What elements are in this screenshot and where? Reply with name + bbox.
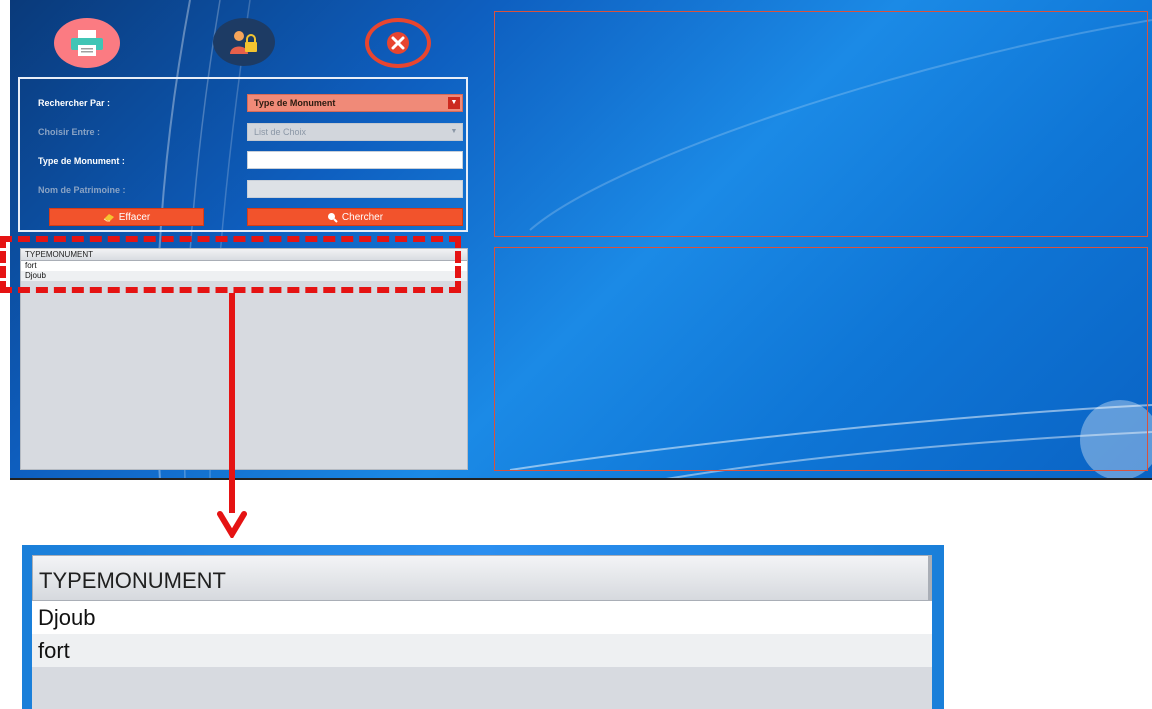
chevron-down-icon: ▼ bbox=[450, 128, 458, 135]
arrow-connector bbox=[229, 293, 235, 513]
monument-type-label: Type de Monument : bbox=[38, 156, 125, 166]
zoomed-table-row[interactable]: fort bbox=[32, 634, 932, 667]
clear-button[interactable]: Effacer bbox=[49, 208, 204, 226]
search-button[interactable]: Chercher bbox=[247, 208, 463, 226]
zoomed-column-header[interactable]: TYPEMONUMENT bbox=[32, 555, 932, 601]
zoomed-table-panel: TYPEMONUMENT Djoub fort bbox=[22, 545, 944, 709]
search-icon bbox=[327, 212, 338, 223]
search-button-label: Chercher bbox=[341, 211, 384, 223]
chevron-down-icon: ▼ bbox=[448, 97, 460, 109]
close-icon bbox=[387, 32, 409, 54]
close-button[interactable] bbox=[365, 18, 431, 68]
highlight-box bbox=[0, 236, 461, 293]
clear-button-label: Effacer bbox=[118, 211, 151, 223]
user-lock-icon bbox=[230, 31, 257, 54]
eraser-icon bbox=[103, 214, 114, 222]
heritage-name-input[interactable] bbox=[247, 180, 463, 198]
detail-frame-top bbox=[494, 11, 1148, 237]
zoomed-results-table: TYPEMONUMENT Djoub fort bbox=[32, 555, 932, 709]
search-by-value: Type de Monument bbox=[254, 98, 336, 108]
screenshot-stage: Rechercher Par : Type de Monument ▼ Choi… bbox=[0, 0, 1152, 709]
search-by-label: Rechercher Par : bbox=[38, 98, 111, 108]
choose-between-label: Choisir Entre : bbox=[38, 127, 101, 137]
arrow-down-icon bbox=[217, 511, 247, 538]
printer-icon bbox=[71, 30, 103, 56]
choose-between-value: List de Choix bbox=[254, 127, 307, 137]
search-form-panel: Rechercher Par : Type de Monument ▼ Choi… bbox=[18, 77, 468, 232]
detail-frame-bottom bbox=[494, 247, 1148, 471]
choose-between-select[interactable]: List de Choix ▼ bbox=[247, 123, 463, 141]
monument-type-input[interactable] bbox=[247, 151, 463, 169]
zoomed-table-row[interactable]: Djoub bbox=[32, 601, 932, 634]
print-button[interactable] bbox=[54, 18, 120, 68]
user-lock-button[interactable] bbox=[213, 18, 275, 66]
heritage-name-label: Nom de Patrimoine : bbox=[38, 185, 126, 195]
search-by-select[interactable]: Type de Monument ▼ bbox=[247, 94, 463, 112]
